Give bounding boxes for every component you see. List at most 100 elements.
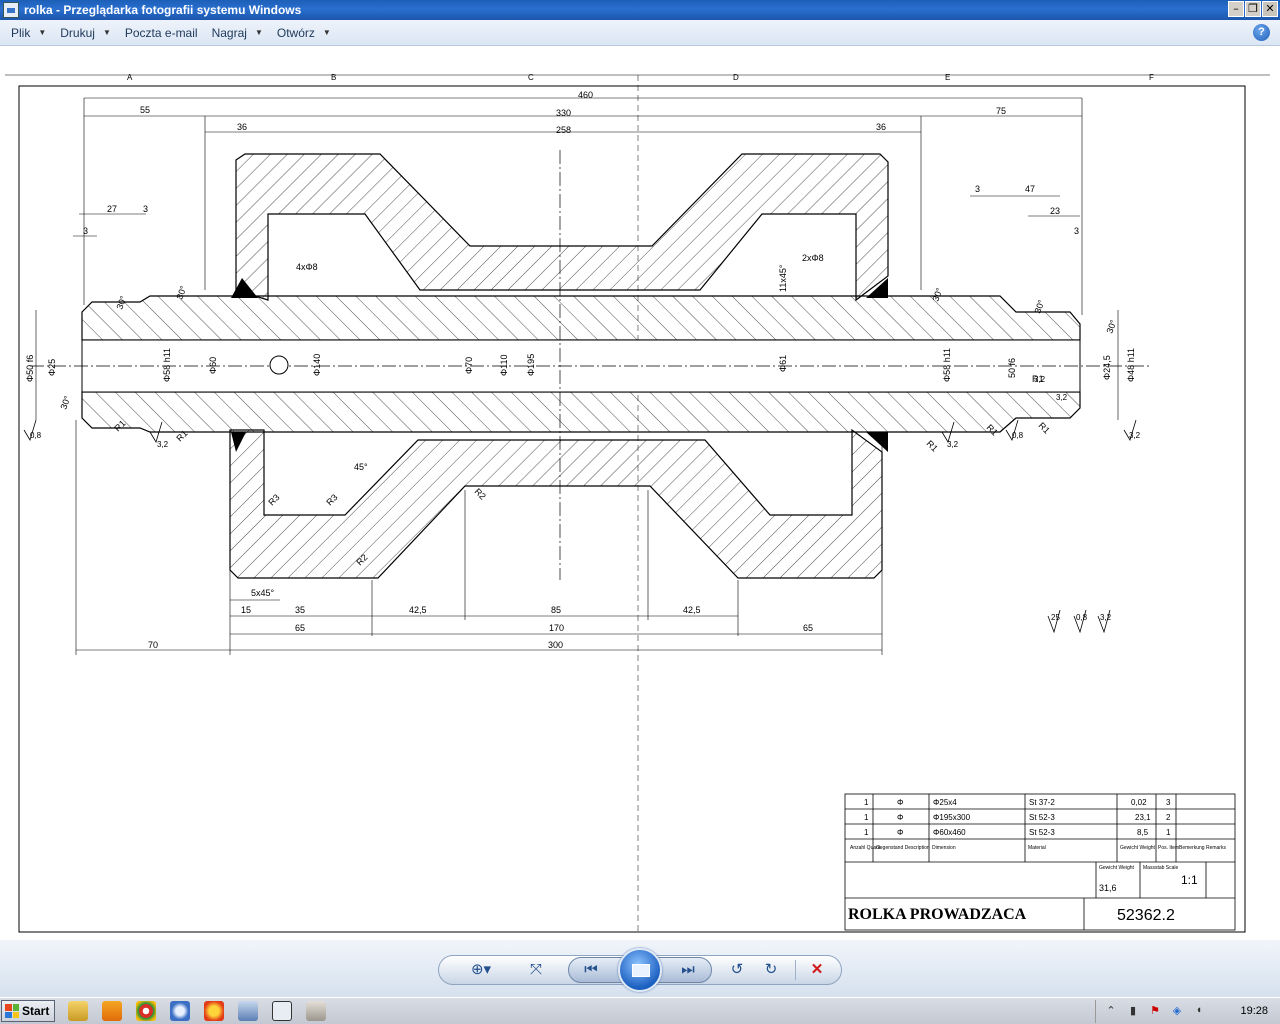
bom-cell: St 37-2 <box>1029 798 1055 807</box>
dia-label: Φ25 <box>47 359 57 376</box>
network-icon[interactable]: ▮ <box>1126 1004 1140 1018</box>
bom-header: Material <box>1028 845 1046 851</box>
menu-nagraj[interactable]: Nagraj ▼ <box>212 26 263 40</box>
slideshow-button[interactable] <box>618 948 662 992</box>
sheet-border <box>18 85 1246 933</box>
menu-otworz[interactable]: Otwórz ▼ <box>277 26 331 40</box>
action-center-icon[interactable]: ⚑ <box>1148 1004 1162 1018</box>
zoom-icon[interactable]: ⊕▾ <box>466 960 496 980</box>
chrome-icon[interactable] <box>136 1001 156 1021</box>
roughness-value: 3,2 <box>1056 393 1068 402</box>
roughness-legend: 0,8 <box>1076 613 1088 622</box>
dia-label: Φ58 h11 <box>162 348 172 382</box>
title-bar: rolka - Przeglądarka fotografii systemu … <box>0 0 1280 20</box>
dim-label: 65 <box>295 623 305 633</box>
dim-label: 3 <box>975 184 980 194</box>
dim-label: 258 <box>556 125 571 135</box>
dim-label: 170 <box>549 623 564 633</box>
part-name: ROLKA PROWADZACA <box>848 906 1027 923</box>
roughness-value: 0,8 <box>30 431 42 440</box>
weight-value: 31,6 <box>1099 883 1117 893</box>
media-player-icon[interactable] <box>102 1001 122 1021</box>
sun-app-icon[interactable] <box>204 1001 224 1021</box>
show-hidden-icons-icon[interactable]: ⌃ <box>1104 1004 1118 1018</box>
control-panel-icon[interactable] <box>238 1001 258 1021</box>
bom-cell: 1 <box>864 828 869 837</box>
radius-label: R2 <box>473 486 488 501</box>
photo-viewer-task-icon[interactable] <box>272 1001 292 1021</box>
roughness-value: 0,8 <box>1012 431 1024 440</box>
radius-label: R3 <box>324 492 339 507</box>
bom-cell: 1 <box>864 813 869 822</box>
close-button[interactable]: ✕ <box>1262 1 1278 17</box>
note-label: 11x45° <box>778 264 788 292</box>
roughness-value: 3,2 <box>1129 431 1141 440</box>
taskbar: Start ⌃ ▮ ⚑ ◈ ◖ 19:28 <box>0 997 1280 1024</box>
rotate-right-icon[interactable]: ↻ <box>760 960 782 980</box>
menu-plik[interactable]: Plik ▼ <box>11 26 46 40</box>
dia-label: Φ60 <box>208 357 218 374</box>
dia-label: Φ24,5 <box>1102 355 1112 380</box>
previous-icon[interactable]: ⏮ <box>580 960 602 980</box>
volume-icon[interactable]: ◖ <box>1192 1004 1206 1018</box>
roller-section-upper <box>235 153 889 302</box>
zone-letter: A <box>127 73 133 82</box>
menu-label: Poczta e-mail <box>124 25 198 40</box>
dim-label: 23 <box>1050 206 1060 216</box>
note-label: 4xΦ8 <box>296 262 318 272</box>
photo-viewer-app-icon <box>3 2 19 18</box>
bom-header: Dimension <box>932 845 956 851</box>
minimize-button[interactable]: – <box>1228 1 1244 17</box>
dim-label: 460 <box>578 90 593 100</box>
dia-label: 50 f6 <box>1007 358 1017 378</box>
dim-label: 70 <box>148 640 158 650</box>
bom-cell: St 52-3 <box>1029 828 1055 837</box>
bom-header: Gegenstand Description <box>876 845 930 851</box>
dim-label: 3 <box>83 226 88 236</box>
dim-label: 300 <box>548 640 563 650</box>
menu-poczta[interactable]: Poczta e-mail <box>125 26 198 40</box>
bom-headers: Anzahl Quant. Gegenstand Description Dim… <box>850 845 1226 871</box>
zone-letters: A B C D E F <box>127 73 1154 82</box>
chevron-down-icon: ▼ <box>322 28 331 37</box>
viewer-control-bar: ⊕▾ ⤧ ⏮ ⏭ ↺ ↻ ✕ <box>0 940 1280 997</box>
part-number: 52362.2 <box>1117 907 1175 924</box>
next-icon[interactable]: ⏭ <box>677 960 699 980</box>
cross-hole <box>269 355 289 375</box>
start-button[interactable]: Start <box>1 1000 55 1022</box>
bom-cell: St 52-3 <box>1029 813 1055 822</box>
radius-label: R1 <box>1037 420 1052 435</box>
zone-letter: E <box>945 73 950 82</box>
itunes-icon[interactable] <box>170 1001 190 1021</box>
dim-label: 75 <box>996 106 1006 116</box>
dim-label: 330 <box>556 108 571 118</box>
dim-label: 85 <box>551 605 561 615</box>
actual-size-icon[interactable]: ⤧ <box>524 960 548 980</box>
bom-cell: 2 <box>1166 813 1171 822</box>
dim-label: 35 <box>295 605 305 615</box>
title-block-values: 31,6 1:1 ROLKA PROWADZACA 52362.2 <box>848 873 1198 924</box>
clock[interactable]: 19:28 <box>1240 1005 1268 1017</box>
menu-drukuj[interactable]: Drukuj ▼ <box>60 26 111 40</box>
dim-label: 36 <box>876 122 886 132</box>
dim-label: 65 <box>803 623 813 633</box>
delete-icon[interactable]: ✕ <box>806 960 828 980</box>
radius-label: R1 <box>925 438 940 453</box>
paint-icon[interactable] <box>306 1001 326 1021</box>
rotate-left-icon[interactable]: ↺ <box>726 960 748 980</box>
help-icon[interactable]: ? <box>1253 24 1270 41</box>
menu-label: Nagraj <box>211 25 247 40</box>
bom-cell: 3 <box>1166 798 1171 807</box>
dia-label: Φ58 h11 <box>942 348 952 382</box>
bom-cell: 23,1 <box>1135 813 1151 822</box>
roughness-legend: 3,2 <box>1100 613 1112 622</box>
window-controls: – ❐ ✕ <box>1228 1 1278 17</box>
dim-label: 47 <box>1025 184 1035 194</box>
dim-label: 55 <box>140 105 150 115</box>
bom-cell: Φ195x300 <box>933 813 971 822</box>
explorer-icon[interactable] <box>68 1001 88 1021</box>
restore-button[interactable]: ❐ <box>1245 1 1261 17</box>
bom-cell: Φ <box>897 828 903 837</box>
security-icon[interactable]: ◈ <box>1170 1004 1184 1018</box>
scale-value: 1:1 <box>1181 873 1198 887</box>
